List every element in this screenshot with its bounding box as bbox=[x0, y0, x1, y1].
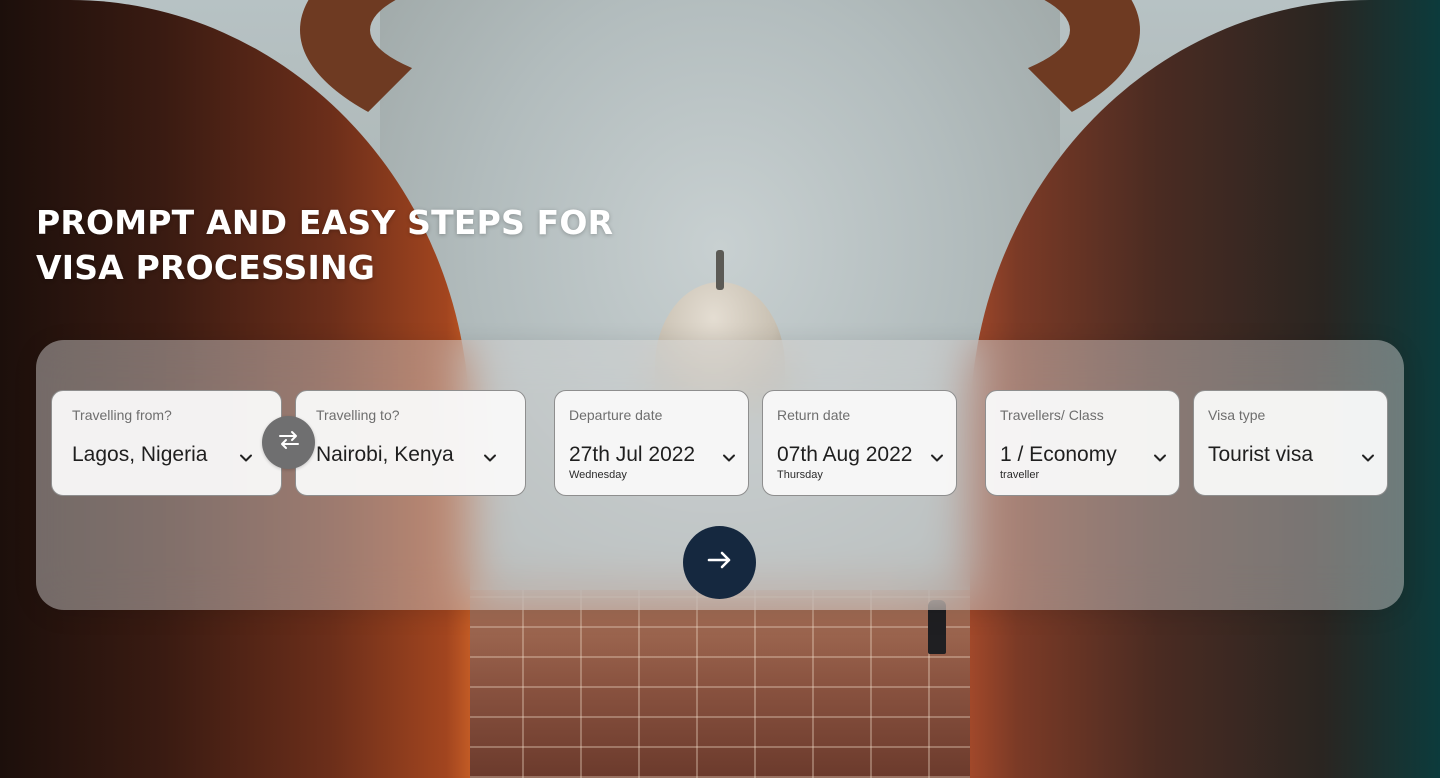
travelling-to-select[interactable]: Travelling to? Nairobi, Kenya bbox=[295, 390, 526, 496]
search-submit-button[interactable] bbox=[683, 526, 756, 599]
travellers-sub: traveller bbox=[1000, 469, 1040, 481]
return-date-value: 07th Aug 2022 bbox=[777, 443, 913, 466]
chevron-down-icon bbox=[239, 451, 253, 465]
return-weekday: Thursday bbox=[777, 469, 823, 481]
travelling-to-label: Travelling to? bbox=[316, 407, 400, 423]
return-date-field[interactable]: Return date 07th Aug 2022 Thursday bbox=[762, 390, 957, 496]
hero-headline: PROMPT AND EASY STEPS FOR VISA PROCESSIN… bbox=[36, 200, 613, 290]
travelling-from-value: Lagos, Nigeria bbox=[72, 443, 208, 466]
chevron-down-icon bbox=[930, 451, 944, 465]
chevron-down-icon bbox=[1153, 451, 1167, 465]
return-date-label: Return date bbox=[777, 407, 851, 423]
departure-date-value: 27th Jul 2022 bbox=[569, 443, 696, 466]
travelling-from-select[interactable]: Travelling from? Lagos, Nigeria bbox=[51, 390, 282, 496]
swap-locations-button[interactable] bbox=[262, 416, 315, 469]
travellers-class-label: Travellers/ Class bbox=[1000, 407, 1104, 423]
spire bbox=[716, 250, 724, 290]
arrow-right-icon bbox=[707, 550, 733, 575]
departure-date-label: Departure date bbox=[569, 407, 663, 423]
chevron-down-icon bbox=[483, 451, 497, 465]
chevron-down-icon bbox=[1361, 451, 1375, 465]
visa-type-select[interactable]: Visa type Tourist visa bbox=[1193, 390, 1388, 496]
headline-line-1: PROMPT AND EASY STEPS FOR bbox=[36, 203, 614, 242]
swap-arrows-icon bbox=[278, 430, 300, 455]
visa-type-label: Visa type bbox=[1208, 407, 1266, 423]
travelling-from-label: Travelling from? bbox=[72, 407, 172, 423]
travellers-class-select[interactable]: Travellers/ Class 1 / Economy traveller bbox=[985, 390, 1180, 496]
chevron-down-icon bbox=[722, 451, 736, 465]
travelling-to-value: Nairobi, Kenya bbox=[316, 443, 454, 466]
headline-line-2: VISA PROCESSING bbox=[36, 248, 376, 287]
departure-weekday: Wednesday bbox=[569, 469, 627, 481]
visa-type-value: Tourist visa bbox=[1208, 443, 1314, 466]
travellers-class-value: 1 / Economy bbox=[1000, 443, 1117, 466]
departure-date-field[interactable]: Departure date 27th Jul 2022 Wednesday bbox=[554, 390, 749, 496]
